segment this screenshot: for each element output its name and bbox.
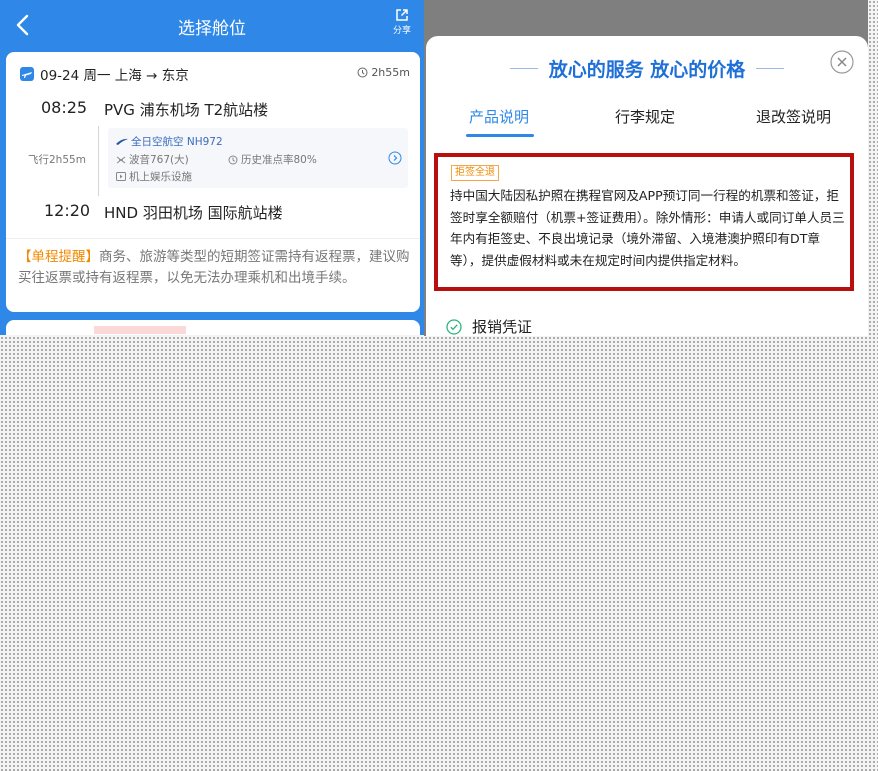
active-tab-indicator bbox=[466, 134, 534, 137]
airline-text: 全日空航空 NH972 bbox=[131, 136, 223, 148]
departure-airport: PVG 浦东机场 T2航站楼 bbox=[104, 101, 269, 119]
cabin-option-card[interactable] bbox=[6, 320, 420, 335]
duration-text: 2h55m bbox=[371, 66, 410, 79]
plane-icon bbox=[20, 67, 34, 81]
tab-refund-change[interactable]: 退改签说明 bbox=[756, 106, 831, 127]
share-icon bbox=[396, 9, 408, 21]
reimbursement-text: 报销凭证 bbox=[472, 318, 533, 336]
top-bar: 选择舱位 分享 bbox=[0, 0, 424, 50]
flight-detail-panel: 选择舱位 分享 09-24 周一 上海 → 东京 2h55m 08:25 PVG… bbox=[0, 0, 424, 335]
check-circle-icon bbox=[446, 318, 462, 335]
departure-time: 08:25 bbox=[41, 98, 88, 117]
tab-luggage-rules[interactable]: 行李规定 bbox=[615, 106, 675, 127]
page-title: 选择舱位 bbox=[178, 19, 246, 39]
aircraft: 波音767(大) bbox=[116, 152, 189, 167]
tab-product-description[interactable]: 产品说明 bbox=[469, 106, 529, 127]
share-button[interactable]: 分享 bbox=[388, 8, 416, 36]
aircraft-text: 波音767(大) bbox=[129, 154, 189, 166]
sheet-title: 放心的服务 放心的价格 bbox=[548, 59, 746, 81]
on-time-rate: 历史准点率80% bbox=[228, 152, 317, 167]
timeline-line bbox=[98, 126, 99, 196]
title-decoration-right bbox=[756, 68, 784, 69]
airline: 全日空航空 NH972 bbox=[116, 134, 223, 149]
promo-badge bbox=[94, 326, 186, 334]
reminder-tag: 【单程提醒】 bbox=[18, 249, 99, 265]
chevron-right-icon[interactable] bbox=[388, 150, 402, 165]
ontime-icon bbox=[228, 155, 238, 164]
flight-route: 09-24 周一 上海 → 东京 bbox=[20, 64, 189, 84]
close-icon[interactable] bbox=[830, 50, 854, 74]
reimbursement-item: 报销凭证 bbox=[446, 316, 532, 336]
refund-guarantee-box: 拒签全退 持中国大陆因私护照在携程官网及APP预订同一行程的机票和签证，拒签时享… bbox=[434, 153, 854, 291]
ontime-text: 历史准点率80% bbox=[241, 154, 317, 166]
share-label: 分享 bbox=[392, 26, 411, 36]
duration: 2h55m bbox=[357, 66, 410, 79]
refund-tag: 拒签全退 bbox=[451, 165, 499, 181]
service-sheet: 放心的服务 放心的价格 产品说明 行李规定 退改签说明 拒签全退 持中国大陆因私… bbox=[426, 36, 868, 336]
entertainment: 机上娱乐设施 bbox=[116, 169, 192, 184]
route-text: 09-24 周一 上海 → 东京 bbox=[40, 68, 189, 84]
refund-description: 持中国大陆因私护照在携程官网及APP预订同一行程的机票和签证，拒签时享全额赔付（… bbox=[450, 188, 845, 268]
aircraft-icon bbox=[116, 156, 126, 163]
clock-icon bbox=[357, 67, 368, 78]
arrival-time: 12:20 bbox=[44, 201, 91, 220]
arrival-airport: HND 羽田机场 国际航站楼 bbox=[104, 204, 283, 222]
flight-card: 09-24 周一 上海 → 东京 2h55m 08:25 PVG 浦东机场 T2… bbox=[6, 52, 420, 312]
airline-logo-icon bbox=[116, 138, 128, 145]
service-overlay: 放心的服务 放心的价格 产品说明 行李规定 退改签说明 拒签全退 持中国大陆因私… bbox=[424, 0, 868, 336]
flight-info-box[interactable]: 全日空航空 NH972 波音767(大) 历史准点率80% 机上娱乐设施 bbox=[108, 128, 408, 188]
divider bbox=[6, 238, 420, 239]
entertainment-icon bbox=[116, 172, 126, 181]
entertainment-text: 机上娱乐设施 bbox=[129, 171, 192, 183]
one-way-reminder: 【单程提醒】商务、旅游等类型的短期签证需持有返程票，建议购买往返票或持有返程票，… bbox=[18, 247, 410, 289]
fly-time: 飞行2h55m bbox=[28, 154, 86, 166]
